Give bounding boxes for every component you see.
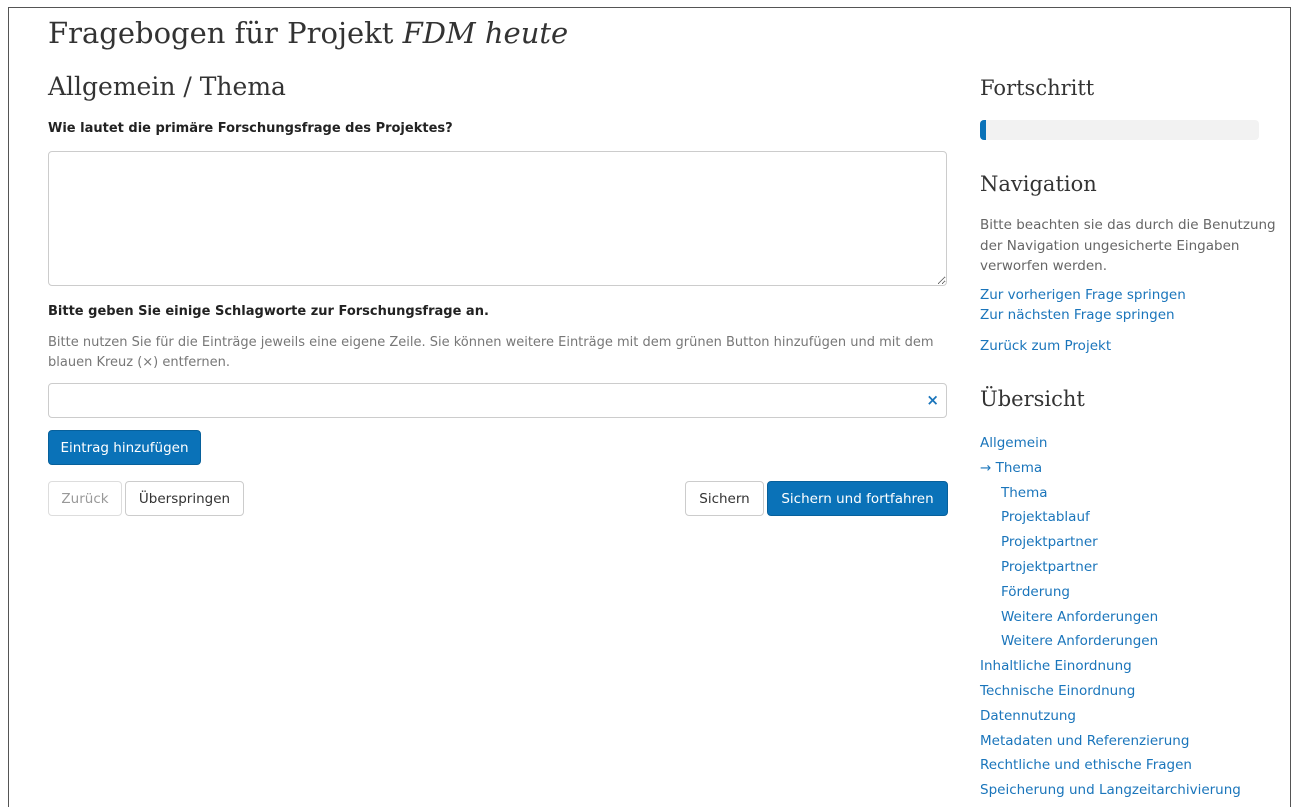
keyword-entry-input[interactable] xyxy=(55,384,919,417)
page-title-prefix: Fragebogen für Projekt xyxy=(48,16,394,50)
project-name: FDM heute xyxy=(402,16,569,50)
page-title: Fragebogen für Projekt FDM heute xyxy=(48,16,568,50)
navigation-title: Navigation xyxy=(980,172,1097,196)
progress-title: Fortschritt xyxy=(980,76,1095,100)
overview-item[interactable]: Speicherung und Langzeitarchivierung xyxy=(980,780,1241,805)
skip-button[interactable]: Überspringen xyxy=(125,481,244,516)
next-question-link[interactable]: Zur nächsten Frage springen xyxy=(980,307,1175,323)
question-research-question-label: Wie lautet die primäre Forschungsfrage d… xyxy=(48,121,453,136)
overview-item[interactable]: Projektpartner xyxy=(980,557,1241,582)
save-and-continue-button[interactable]: Sichern und fortfahren xyxy=(767,481,948,516)
overview-item[interactable]: Projektablauf xyxy=(980,507,1241,532)
add-entry-button[interactable]: Eintrag hinzufügen xyxy=(48,430,201,465)
overview-list: Allgemein → Thema Thema Projektablauf Projek… xyxy=(980,433,1241,805)
overview-item[interactable]: Förderung xyxy=(980,582,1241,607)
navigation-note: Bitte beachten sie das durch die Benutzu… xyxy=(980,217,1276,274)
overview-item[interactable]: Technische Einordnung xyxy=(980,681,1241,706)
save-button[interactable]: Sichern xyxy=(685,481,764,516)
overview-item[interactable]: Rechtliche und ethische Fragen xyxy=(980,755,1241,780)
keyword-entry-field: × xyxy=(48,383,947,418)
overview-item[interactable]: Thema xyxy=(980,483,1241,508)
remove-entry-icon[interactable]: × xyxy=(926,391,939,409)
question-keywords-label: Bitte geben Sie einige Schlagworte zur F… xyxy=(48,304,489,319)
overview-item[interactable]: Projektpartner xyxy=(980,532,1241,557)
overview-item[interactable]: Datennutzung xyxy=(980,706,1241,731)
back-to-project-link[interactable]: Zurück zum Projekt xyxy=(980,338,1111,354)
overview-title: Übersicht xyxy=(980,387,1085,411)
overview-item[interactable]: Weitere Anforderungen xyxy=(980,631,1241,656)
overview-item-current[interactable]: → Thema xyxy=(980,458,1241,483)
overview-item[interactable]: Inhaltliche Einordnung xyxy=(980,656,1241,681)
overview-item[interactable]: Allgemein xyxy=(980,433,1241,458)
research-question-textarea[interactable] xyxy=(48,151,947,286)
section-title: Allgemein / Thema xyxy=(48,72,286,101)
overview-item[interactable]: Metadaten und Referenzierung xyxy=(980,731,1241,756)
progress-bar-fill xyxy=(980,120,986,140)
back-button[interactable]: Zurück xyxy=(48,481,122,516)
progress-bar xyxy=(980,120,1259,140)
previous-question-link[interactable]: Zur vorherigen Frage springen xyxy=(980,287,1186,303)
overview-item[interactable]: Weitere Anforderungen xyxy=(980,607,1241,632)
keywords-help-text: Bitte nutzen Sie für die Einträge jeweil… xyxy=(48,335,934,370)
